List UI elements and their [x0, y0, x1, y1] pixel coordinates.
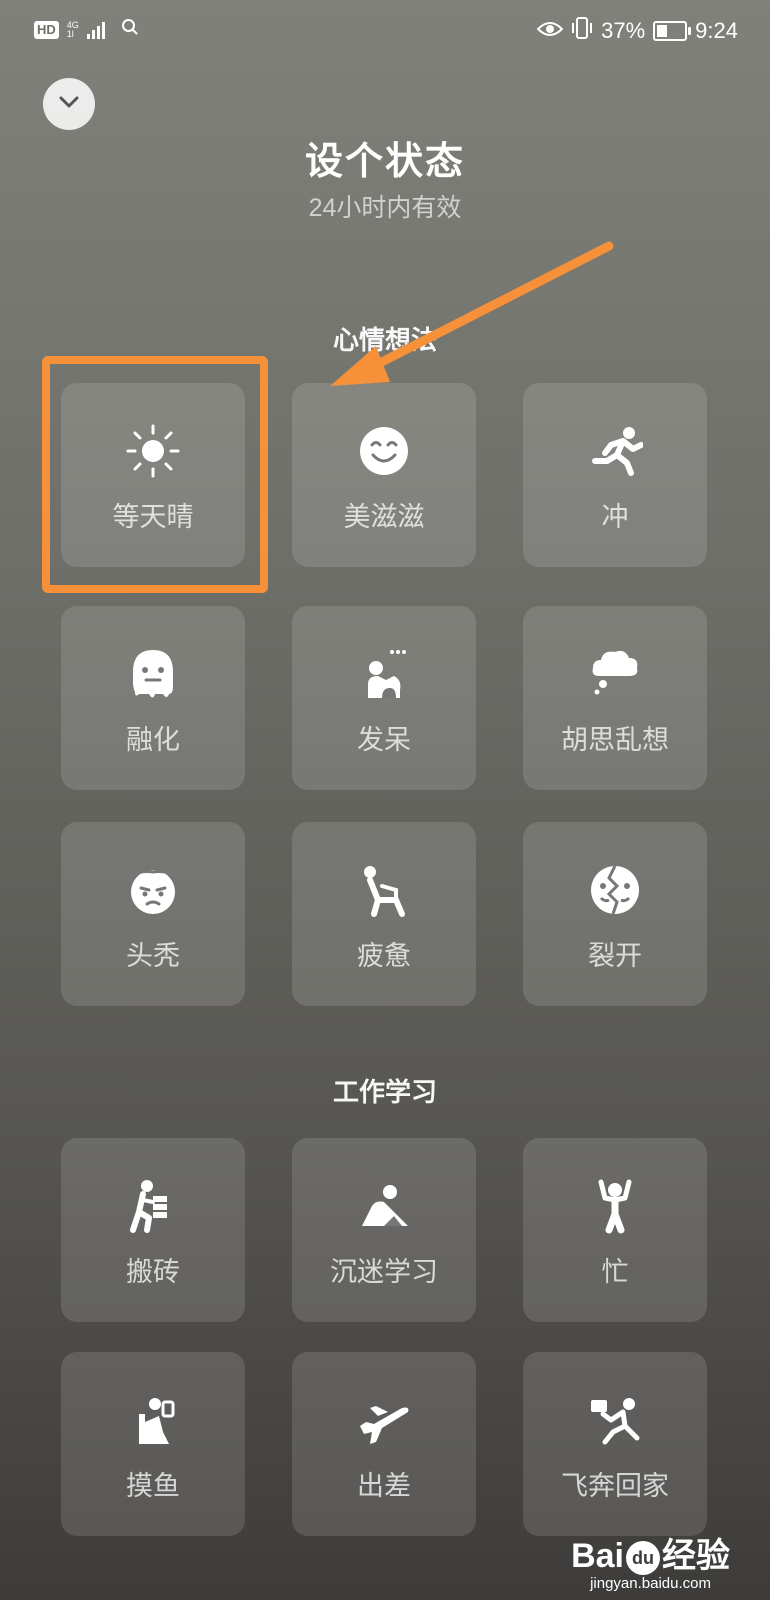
collapse-button[interactable]	[43, 78, 95, 130]
highlight-box	[42, 356, 268, 593]
status-option-label: 美滋滋	[343, 502, 425, 532]
status-option-label: 搬砖	[126, 1257, 180, 1287]
melting-icon	[61, 646, 245, 702]
network-type: 4G 1l	[66, 20, 79, 39]
studying-icon	[292, 1178, 476, 1234]
status-option-label: 发呆	[357, 725, 411, 755]
status-option-daze[interactable]: 发呆	[292, 606, 476, 790]
status-option-label: 裂开	[588, 941, 642, 971]
status-option-melting[interactable]: 融化	[61, 606, 245, 790]
slacking-icon	[61, 1392, 245, 1448]
clock: 9:24	[695, 18, 738, 43]
status-bar: HD 4G 1l 37% 9:24	[0, 0, 770, 60]
status-option-business-trip[interactable]: 出差	[292, 1352, 476, 1536]
status-option-bald[interactable]: 头秃	[61, 822, 245, 1006]
watermark-logo: Bai du 经验	[571, 1528, 730, 1577]
status-option-label: 疲惫	[357, 941, 411, 971]
status-option-cracked[interactable]: 裂开	[523, 822, 707, 1006]
status-option-label: 头秃	[126, 941, 180, 971]
daze-icon	[292, 646, 476, 702]
baidu-jingyan-watermark: Bai du 经验 jingyan.baidu.com	[571, 1528, 730, 1592]
battery-percent: 37%	[601, 18, 646, 43]
vibrate-icon	[571, 16, 593, 46]
search-icon	[121, 18, 139, 41]
status-option-label: 出差	[357, 1471, 411, 1501]
running-icon	[523, 423, 707, 479]
status-right: 37% 9:24	[536, 16, 738, 46]
airplane-icon	[292, 1392, 476, 1448]
status-option-label: 冲	[601, 502, 629, 532]
status-option-rush[interactable]: 冲	[523, 383, 707, 567]
status-option-rushing-home[interactable]: 飞奔回家	[523, 1352, 707, 1536]
eye-icon	[536, 18, 564, 44]
page-title: 设个状态	[304, 141, 465, 183]
smile-icon	[292, 423, 476, 479]
status-option-label: 摸鱼	[126, 1471, 180, 1501]
battery-icon	[653, 21, 692, 41]
chevron-down-icon	[58, 95, 80, 114]
watermark-logo-a: Bai	[571, 1537, 624, 1575]
status-option-label: 沉迷学习	[330, 1257, 438, 1287]
status-option-label: 融化	[126, 725, 180, 755]
status-option-busy[interactable]: 忙	[523, 1138, 707, 1322]
status-option-label: 飞奔回家	[561, 1471, 669, 1501]
page-subtitle: 24小时内有效	[308, 194, 462, 222]
status-option-tired[interactable]: 疲惫	[292, 822, 476, 1006]
status-option-pleased[interactable]: 美滋滋	[292, 383, 476, 567]
status-option-grind[interactable]: 搬砖	[61, 1138, 245, 1322]
thought-cloud-icon	[523, 646, 707, 702]
status-option-label: 胡思乱想	[561, 725, 669, 755]
status-option-studying[interactable]: 沉迷学习	[292, 1138, 476, 1322]
status-option-label: 忙	[601, 1257, 629, 1287]
cracked-face-icon	[523, 862, 707, 918]
carrying-bricks-icon	[61, 1178, 245, 1234]
watermark-logo-b: 经验	[662, 1537, 730, 1575]
paw-icon: du	[626, 1541, 660, 1576]
status-option-overthinking[interactable]: 胡思乱想	[523, 606, 707, 790]
busy-icon	[523, 1178, 707, 1234]
watermark-url: jingyan.baidu.com	[590, 1575, 711, 1592]
signal-icon	[86, 21, 105, 39]
status-option-slacking[interactable]: 摸鱼	[61, 1352, 245, 1536]
tired-icon	[292, 862, 476, 918]
bald-head-icon	[61, 862, 245, 918]
section-title-mood: 心情想法	[332, 325, 437, 355]
network-sub-label: 1l	[66, 28, 74, 39]
hd-badge: HD	[34, 20, 59, 39]
status-left: HD 4G 1l	[34, 18, 139, 41]
section-title-work-study: 工作学习	[332, 1077, 437, 1107]
rushing-home-icon	[523, 1392, 707, 1448]
